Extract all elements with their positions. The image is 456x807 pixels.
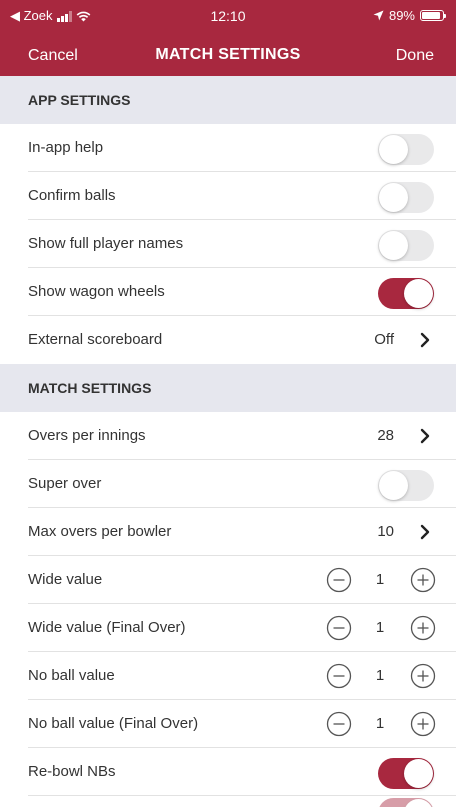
show-wagon-wheels-toggle[interactable]: [378, 278, 434, 309]
battery-percent: 89%: [388, 8, 415, 23]
row-rebowl-nbs: Re-bowl NBs: [0, 748, 456, 796]
show-full-player-names-toggle[interactable]: [378, 230, 434, 261]
chevron-right-icon: [420, 524, 430, 540]
row-label: No ball value (Final Over): [28, 715, 199, 732]
toggle-knob: [379, 471, 408, 500]
minus-circle-icon[interactable]: [326, 567, 352, 593]
toggle-knob: [379, 231, 408, 260]
chevron-right-icon: [420, 332, 430, 348]
status-bar: ◀ Zoek 12:10 89%: [0, 0, 456, 36]
partial-toggle[interactable]: [378, 798, 434, 807]
plus-circle-icon[interactable]: [410, 567, 436, 593]
toggle-knob: [404, 279, 433, 308]
confirm-balls-toggle[interactable]: [378, 182, 434, 213]
row-label: Re-bowl NBs: [28, 763, 116, 780]
plus-circle-icon[interactable]: [410, 615, 436, 641]
toggle-knob: [379, 135, 408, 164]
row-no-ball-value-final-over: No ball value (Final Over) 1: [0, 700, 456, 748]
row-external-scoreboard[interactable]: External scoreboard Off: [0, 316, 456, 364]
max-overs-per-bowler-value: 10: [377, 523, 394, 540]
toggle-knob: [379, 183, 408, 212]
minus-circle-icon[interactable]: [326, 663, 352, 689]
row-label: Wide value (Final Over): [28, 619, 186, 636]
section-header-match-settings: MATCH SETTINGS: [0, 364, 456, 412]
minus-circle-icon[interactable]: [326, 711, 352, 737]
row-wide-value: Wide value 1: [0, 556, 456, 604]
row-confirm-balls: Confirm balls: [0, 172, 456, 220]
wide-value-stepper-value: 1: [375, 571, 385, 588]
page-title: MATCH SETTINGS: [155, 46, 301, 63]
external-scoreboard-value: Off: [374, 331, 394, 348]
done-button[interactable]: Done: [396, 47, 434, 65]
no-ball-value-stepper-value: 1: [375, 667, 385, 684]
overs-per-innings-value: 28: [377, 427, 394, 444]
battery-icon: [420, 10, 446, 21]
no-ball-value-final-over-stepper-value: 1: [375, 715, 385, 732]
row-label: No ball value: [28, 667, 115, 684]
plus-circle-icon[interactable]: [410, 711, 436, 737]
toggle-knob: [404, 759, 433, 788]
row-label: Show wagon wheels: [28, 283, 165, 300]
status-right: 89%: [373, 8, 446, 23]
toggle-knob: [404, 799, 433, 807]
row-label: Wide value: [28, 571, 103, 588]
plus-circle-icon[interactable]: [410, 663, 436, 689]
rebowl-nbs-toggle[interactable]: [378, 758, 434, 789]
row-label: Overs per innings: [28, 427, 146, 444]
wide-value-final-over-stepper-value: 1: [375, 619, 385, 636]
row-label: Confirm balls: [28, 187, 116, 204]
minus-circle-icon[interactable]: [326, 615, 352, 641]
row-overs-per-innings[interactable]: Overs per innings 28: [0, 412, 456, 460]
row-label: External scoreboard: [28, 331, 163, 348]
row-show-wagon-wheels: Show wagon wheels: [0, 268, 456, 316]
row-label: In-app help: [28, 139, 104, 156]
row-label: Max overs per bowler: [28, 523, 172, 540]
row-show-full-player-names: Show full player names: [0, 220, 456, 268]
row-in-app-help: In-app help: [0, 124, 456, 172]
super-over-toggle[interactable]: [378, 470, 434, 501]
chevron-right-icon: [420, 428, 430, 444]
location-arrow-icon: [373, 10, 384, 21]
row-super-over: Super over: [0, 460, 456, 508]
nav-bar: Cancel MATCH SETTINGS Done: [0, 36, 456, 76]
row-max-overs-per-bowler[interactable]: Max overs per bowler 10: [0, 508, 456, 556]
row-label: Super over: [28, 475, 102, 492]
row-wide-value-final-over: Wide value (Final Over) 1: [0, 604, 456, 652]
section-header-app-settings: APP SETTINGS: [0, 76, 456, 124]
row-no-ball-value: No ball value 1: [0, 652, 456, 700]
in-app-help-toggle[interactable]: [378, 134, 434, 165]
row-partial-next: [0, 796, 456, 807]
row-label: Show full player names: [28, 235, 184, 252]
